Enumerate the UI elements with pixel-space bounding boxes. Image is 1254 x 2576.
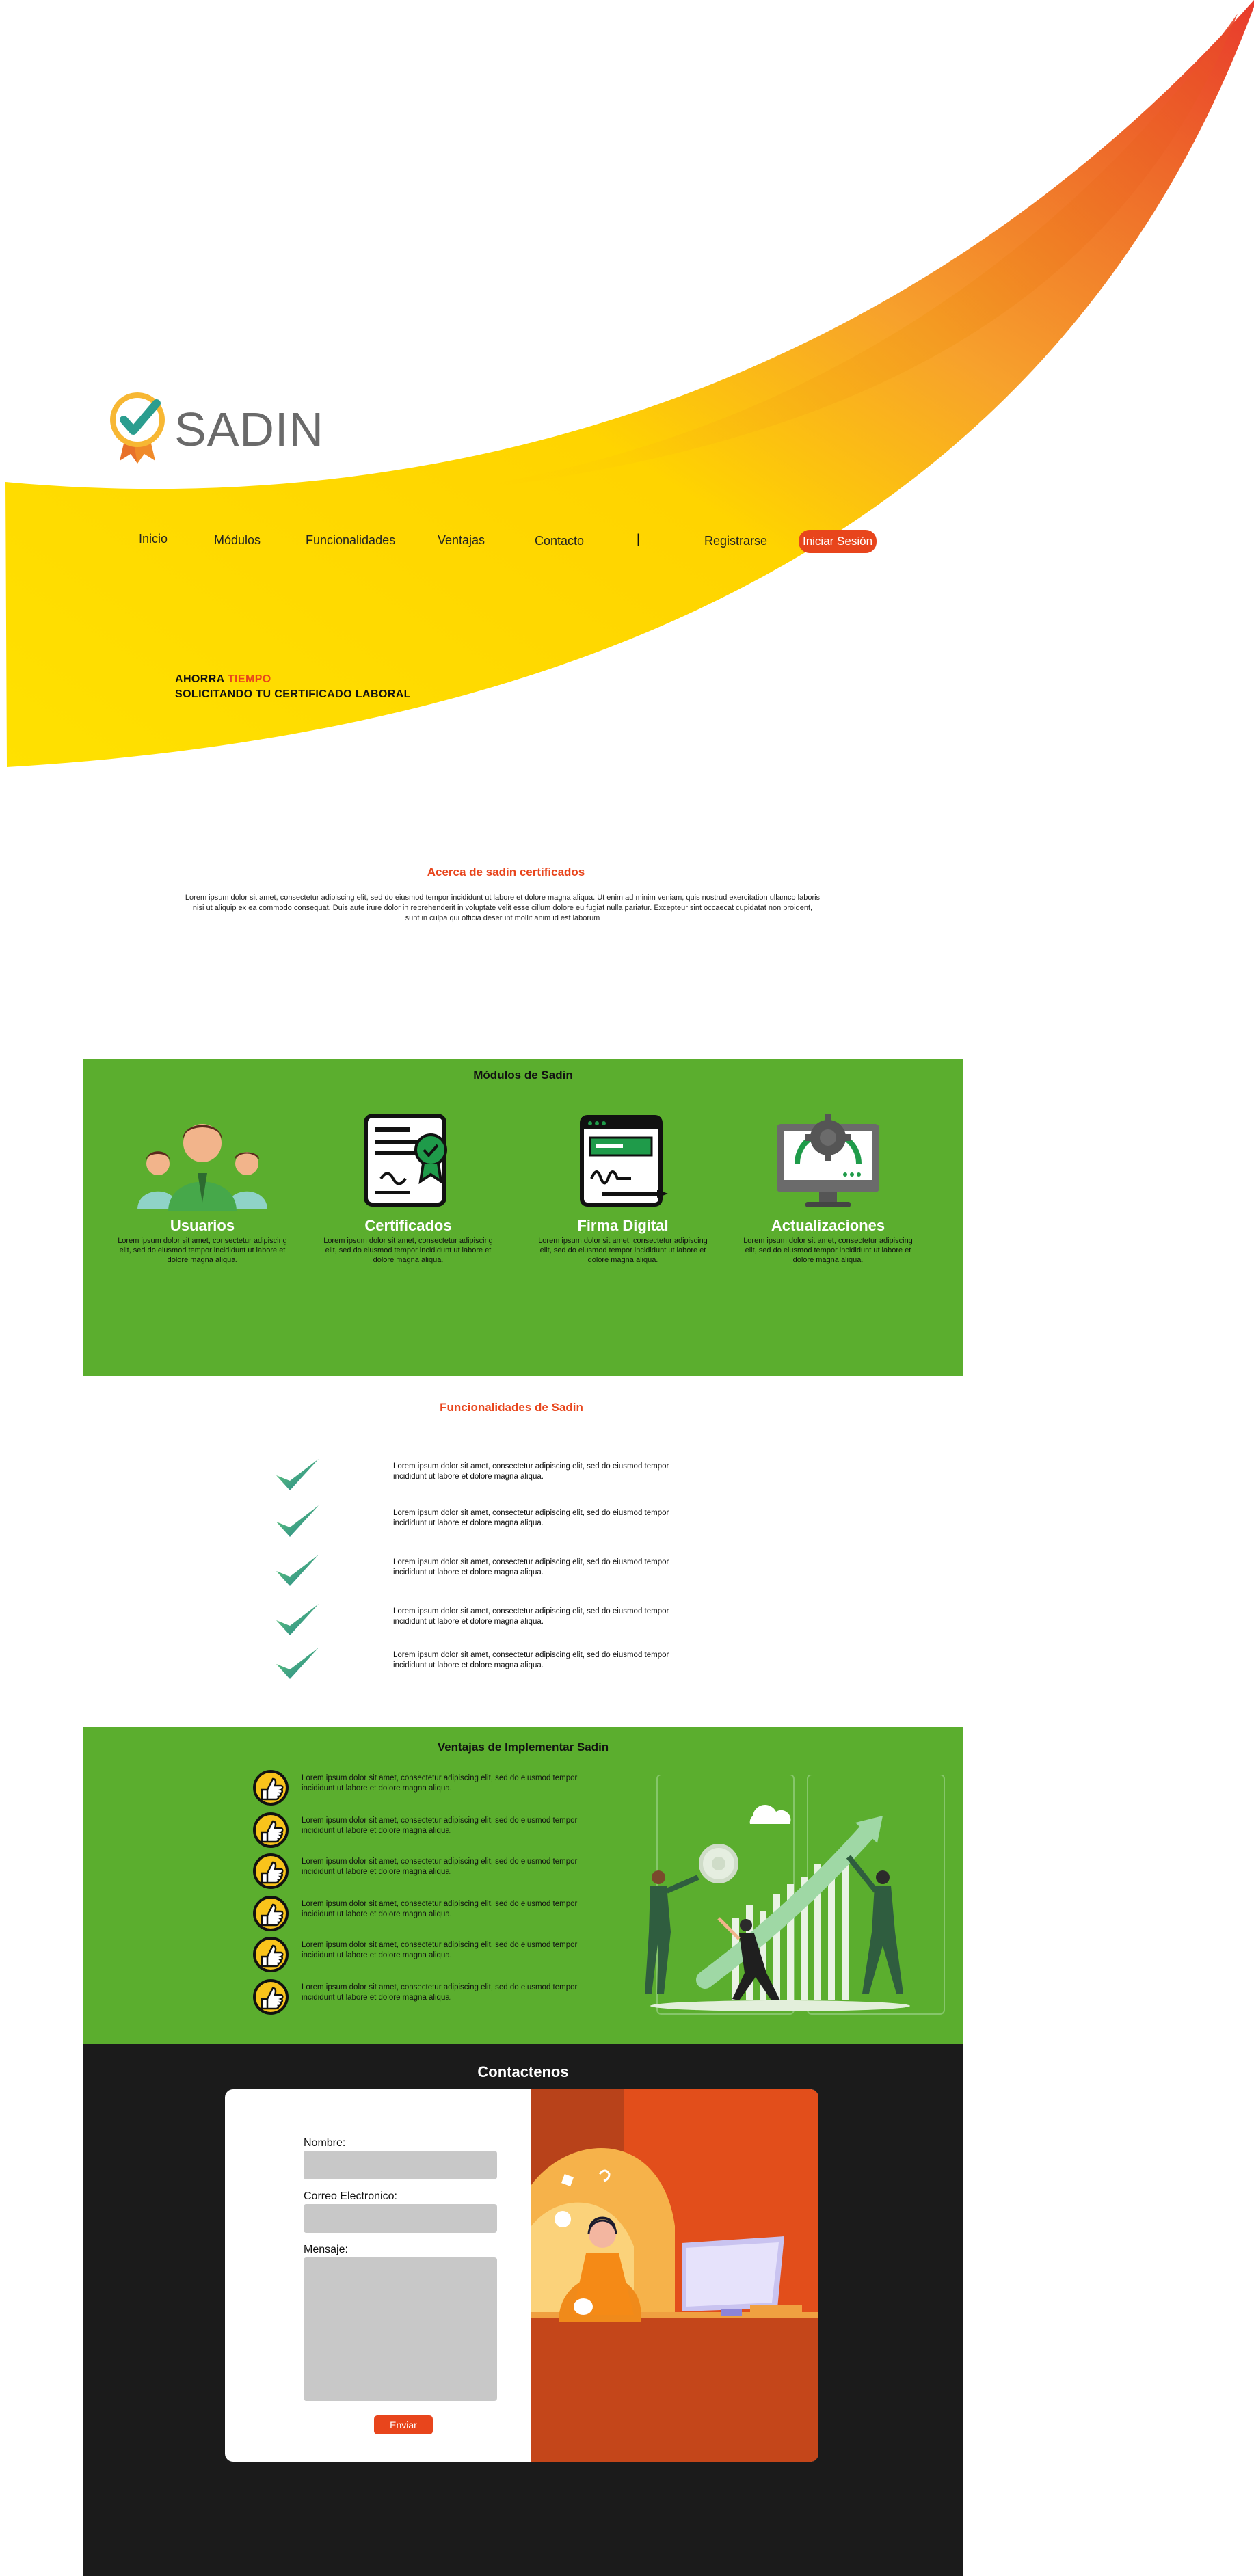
check-icon	[276, 1555, 319, 1586]
module-desc: Lorem ipsum dolor sit amet, consectetur …	[118, 1237, 287, 1264]
slogan-part-2: SOLICITANDO TU CERTIFICADO LABORAL	[175, 688, 411, 700]
message-label: Mensaje:	[304, 2244, 348, 2255]
email-input[interactable]	[304, 2204, 497, 2233]
funcionalidades-title: Funcionalidades de Sadin	[440, 1401, 583, 1414]
advantage-item: Lorem ipsum dolor sit amet, consectetur …	[252, 1853, 608, 1890]
support-agent-illustration	[531, 2089, 818, 2462]
thumbs-up-badge-icon	[253, 1812, 289, 1848]
module-card-usuarios[interactable]: Usuarios Lorem ipsum dolor sit amet, con…	[110, 1107, 295, 1265]
feature-text: Lorem ipsum dolor sit amet, consectetur …	[393, 1607, 669, 1626]
login-button[interactable]: Iniciar Sesión	[799, 530, 877, 553]
feature-text: Lorem ipsum dolor sit amet, consectetur …	[393, 1651, 669, 1669]
module-card-certificados[interactable]: Certificados Lorem ipsum dolor sit amet,…	[316, 1107, 501, 1265]
advantage-text: Lorem ipsum dolor sit amet, consectetur …	[302, 1816, 578, 1835]
advantage-item: Lorem ipsum dolor sit amet, consectetur …	[252, 1978, 608, 2015]
hero-background	[5, 0, 1254, 767]
check-icon	[276, 1505, 319, 1537]
send-button[interactable]: Enviar	[374, 2415, 433, 2434]
advantage-text: Lorem ipsum dolor sit amet, consectetur …	[302, 1774, 578, 1793]
contact-section: Contactenos Nombre: Correo Electronico: …	[83, 2044, 963, 2576]
thumbs-up-badge-icon	[253, 1937, 289, 1972]
module-card-firma-digital[interactable]: Firma Digital Lorem ipsum dolor sit amet…	[531, 1107, 715, 1265]
thumbs-up-badge-icon	[253, 1770, 289, 1806]
name-label: Nombre:	[304, 2137, 346, 2149]
module-name: Actualizaciones	[771, 1217, 885, 1234]
thumbs-up-badge-icon	[253, 1896, 289, 1931]
thumbs-up-badge-icon	[253, 1853, 289, 1889]
brand-name: SADIN	[174, 403, 324, 456]
certificate-icon	[364, 1114, 447, 1207]
thumbs-up-badge-icon	[253, 1979, 289, 2015]
logo-check-icon	[110, 392, 165, 464]
settings-monitor-icon	[777, 1114, 879, 1207]
nav-separator: |	[637, 532, 640, 546]
slogan-highlight: TIEMPO	[227, 673, 271, 685]
module-name: Usuarios	[170, 1217, 235, 1234]
feature-item: Lorem ipsum dolor sit amet, consectetur …	[274, 1455, 684, 1496]
ventajas-title: Ventajas de Implementar Sadin	[437, 1741, 609, 1754]
feature-item: Lorem ipsum dolor sit amet, consectetur …	[274, 1600, 684, 1641]
signature-icon	[580, 1115, 668, 1207]
nav-ventajas[interactable]: Ventajas	[438, 533, 485, 548]
advantage-item: Lorem ipsum dolor sit amet, consectetur …	[252, 1769, 608, 1806]
feature-text: Lorem ipsum dolor sit amet, consectetur …	[393, 1558, 669, 1577]
nav-modulos[interactable]: Módulos	[214, 533, 261, 548]
email-label: Correo Electronico:	[304, 2190, 397, 2202]
feature-item: Lorem ipsum dolor sit amet, consectetur …	[274, 1551, 684, 1592]
module-desc: Lorem ipsum dolor sit amet, consectetur …	[323, 1237, 493, 1264]
module-card-actualizaciones[interactable]: Actualizaciones Lorem ipsum dolor sit am…	[736, 1107, 920, 1265]
advantage-item: Lorem ipsum dolor sit amet, consectetur …	[252, 1812, 608, 1849]
feature-text: Lorem ipsum dolor sit amet, consectetur …	[393, 1462, 669, 1481]
check-icon	[276, 1648, 319, 1679]
advantage-text: Lorem ipsum dolor sit amet, consectetur …	[302, 1983, 578, 2002]
message-textarea[interactable]	[304, 2257, 497, 2401]
module-name: Certificados	[364, 1217, 452, 1234]
contact-illustration-panel	[531, 2089, 818, 2462]
ventajas-section: Ventajas de Implementar Sadin Lorem ipsu…	[83, 1727, 963, 2044]
module-desc: Lorem ipsum dolor sit amet, consectetur …	[538, 1237, 708, 1264]
nav-registrarse[interactable]: Registrarse	[704, 534, 767, 548]
name-input[interactable]	[304, 2151, 497, 2179]
feature-item: Lorem ipsum dolor sit amet, consectetur …	[274, 1643, 684, 1685]
brand-logo[interactable]: SADIN	[106, 390, 323, 465]
about-text: Lorem ipsum dolor sit amet, consectetur …	[185, 894, 821, 922]
contact-title: Contactenos	[477, 2063, 569, 2080]
contact-card: Nombre: Correo Electronico: Mensaje: Env…	[225, 2089, 818, 2462]
modulos-title: Módulos de Sadin	[473, 1069, 573, 1082]
nav-funcionalidades[interactable]: Funcionalidades	[306, 533, 395, 548]
feature-text: Lorem ipsum dolor sit amet, consectetur …	[393, 1509, 669, 1527]
advantage-item: Lorem ipsum dolor sit amet, consectetur …	[252, 1936, 608, 1973]
advantage-text: Lorem ipsum dolor sit amet, consectetur …	[302, 1900, 578, 1918]
nav-inicio[interactable]: Inicio	[139, 532, 168, 546]
advantage-text: Lorem ipsum dolor sit amet, consectetur …	[302, 1941, 578, 1959]
module-desc: Lorem ipsum dolor sit amet, consectetur …	[743, 1237, 913, 1264]
main-nav: Inicio Módulos Funcionalidades Ventajas …	[0, 526, 1254, 554]
check-icon	[276, 1604, 319, 1635]
advantage-item: Lorem ipsum dolor sit amet, consectetur …	[252, 1895, 608, 1932]
advantage-text: Lorem ipsum dolor sit amet, consectetur …	[302, 1857, 578, 1876]
hero-slogan: AHORRA TIEMPO SOLICITANDO TU CERTIFICADO…	[175, 672, 411, 702]
modulos-section: Módulos de Sadin Usuarios Lorem ipsum do…	[83, 1059, 963, 1376]
feature-item: Lorem ipsum dolor sit amet, consectetur …	[274, 1501, 684, 1542]
module-name: Firma Digital	[577, 1217, 669, 1234]
slogan-part-1: AHORRA	[175, 673, 228, 685]
about-title: Acerca de sadin certificados	[427, 866, 585, 878]
check-icon	[276, 1459, 319, 1490]
team-growth-illustration	[645, 1775, 945, 2015]
users-icon	[137, 1124, 267, 1211]
nav-contacto[interactable]: Contacto	[535, 534, 584, 548]
